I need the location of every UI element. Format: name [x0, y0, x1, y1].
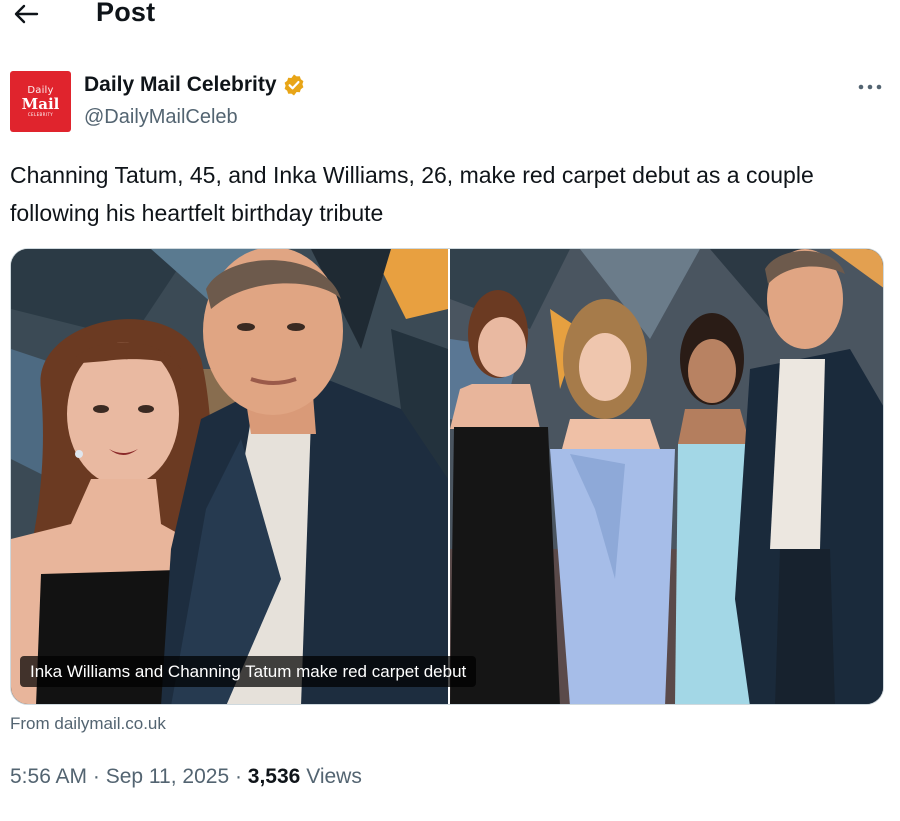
views-label: Views	[300, 765, 362, 788]
avatar-line-2: Mail	[21, 94, 60, 113]
ellipsis-icon	[858, 84, 882, 90]
post-meta: 5:56 AM · Sep 11, 2025 · 3,536 Views	[10, 765, 362, 789]
post-date[interactable]: Sep 11, 2025	[106, 765, 229, 788]
views-count: 3,536	[247, 765, 301, 788]
post-time[interactable]: 5:56 AM	[10, 765, 87, 788]
author-display-name[interactable]: Daily Mail Celebrity	[84, 73, 277, 97]
meta-separator: ·	[229, 765, 248, 788]
photo-right[interactable]	[450, 249, 883, 704]
post-page: Post Daily Mail CELEBRITY Daily Mail Cel…	[0, 0, 900, 821]
meta-separator: ·	[87, 765, 106, 788]
header-bar: Post	[0, 0, 900, 34]
media-card[interactable]	[10, 248, 884, 705]
author-name-row: Daily Mail Celebrity	[84, 73, 306, 97]
avatar[interactable]: Daily Mail CELEBRITY	[10, 71, 71, 132]
avatar-line-3: CELEBRITY	[27, 111, 54, 117]
group-photo	[450, 249, 883, 704]
couple-photo	[11, 249, 448, 704]
author-handle[interactable]: @DailyMailCeleb	[84, 106, 238, 129]
media-caption: Inka Williams and Channing Tatum make re…	[20, 656, 477, 687]
tweet-text: Channing Tatum, 45, and Inka Williams, 2…	[10, 162, 814, 226]
page-title: Post	[96, 0, 156, 27]
verified-badge-icon	[284, 74, 303, 96]
source-link[interactable]: From dailymail.co.uk	[10, 714, 166, 734]
more-options-button[interactable]	[855, 76, 885, 98]
avatar-line-1: Daily	[27, 84, 54, 96]
arrow-left-icon	[14, 4, 39, 24]
photo-left[interactable]	[11, 249, 448, 704]
back-button[interactable]	[10, 0, 42, 28]
